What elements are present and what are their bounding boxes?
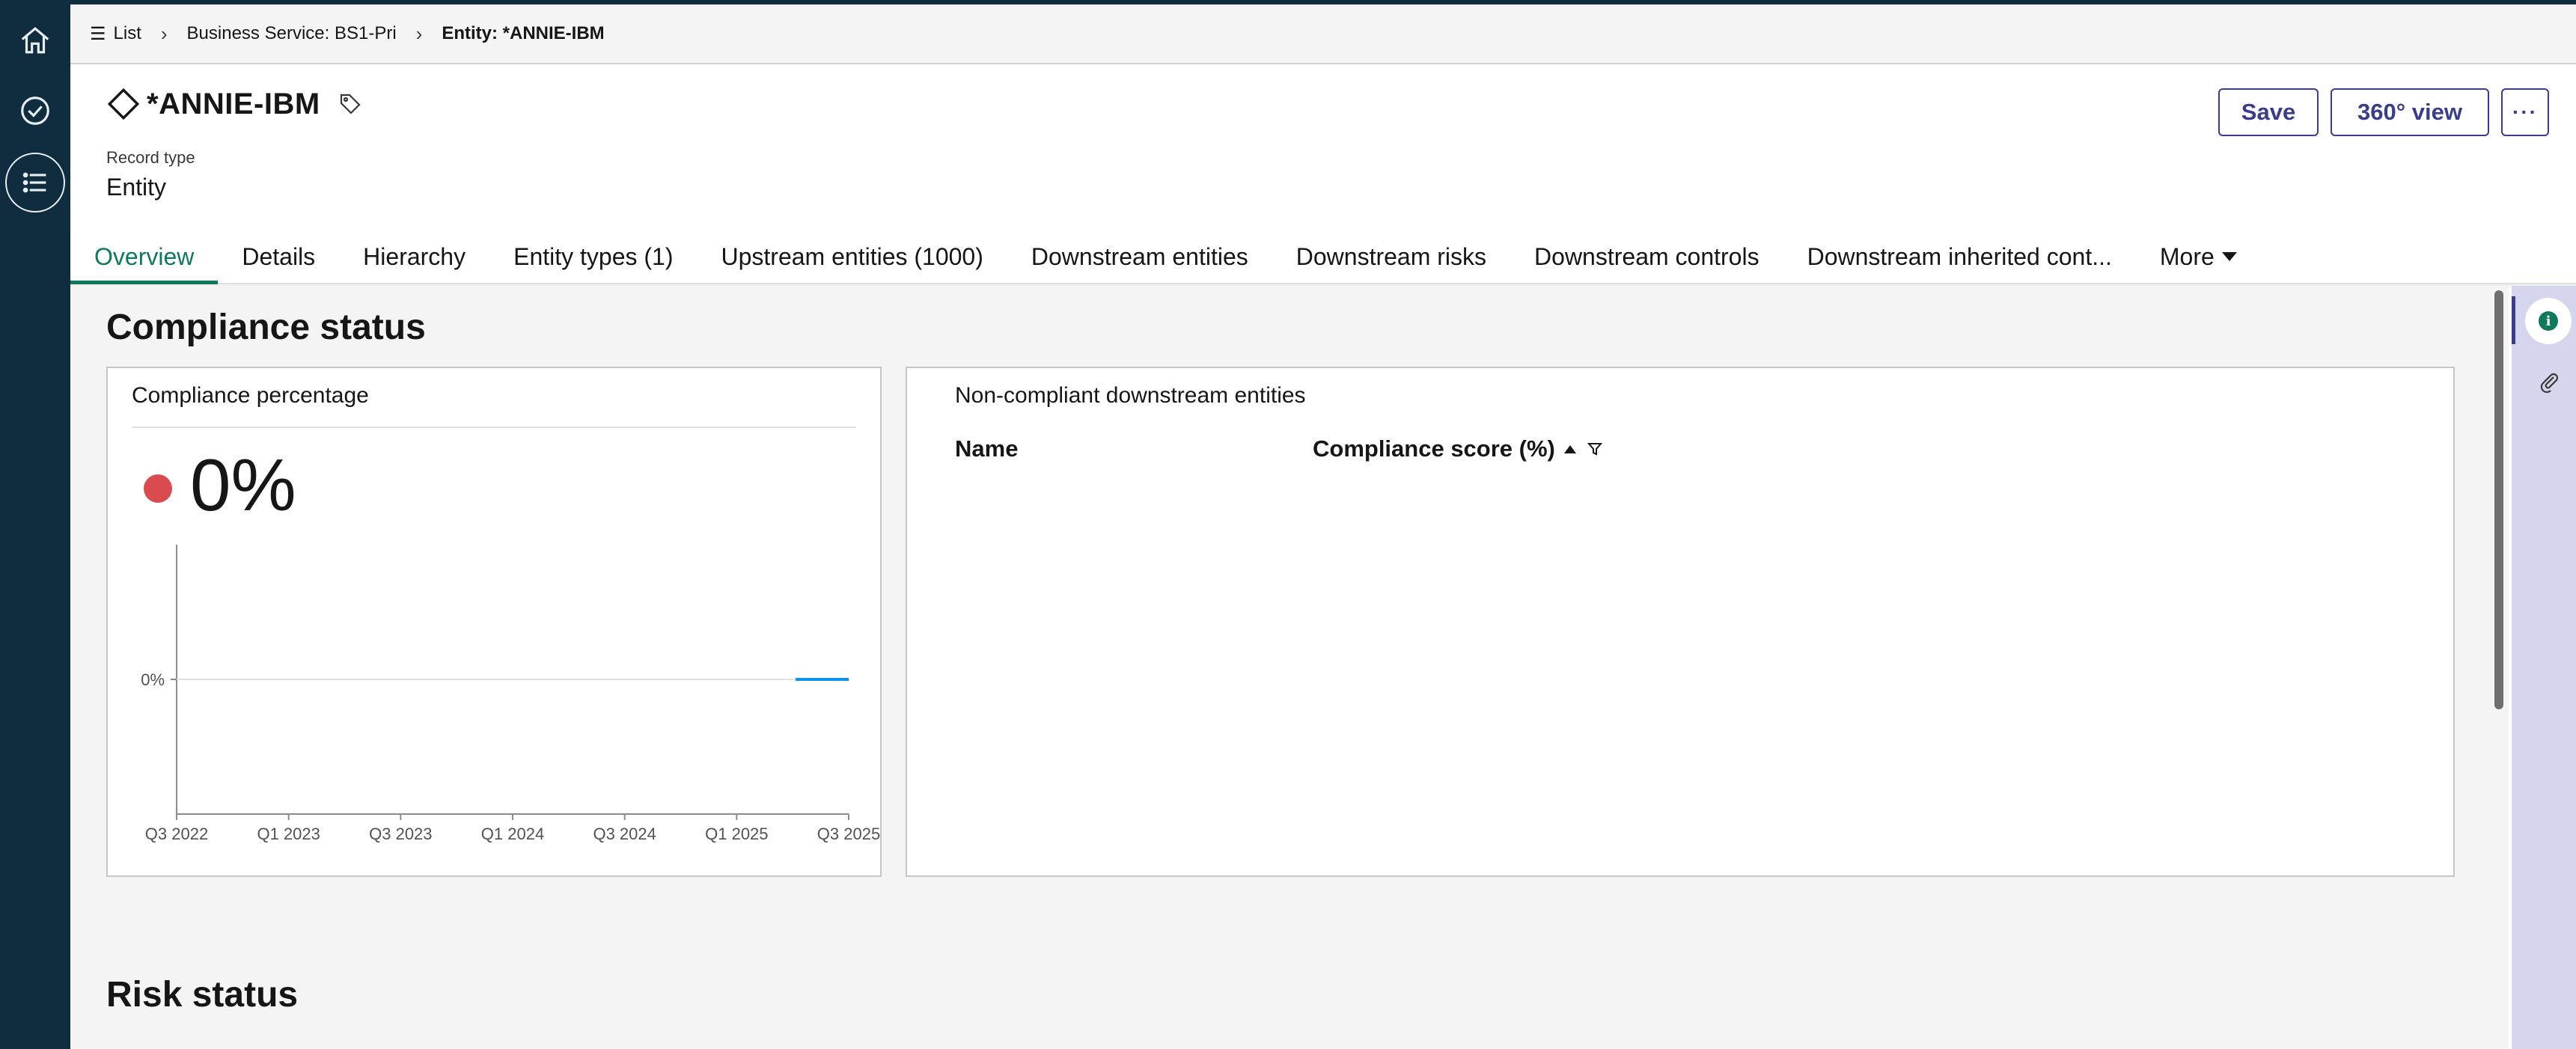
tag-icon[interactable] [337, 91, 364, 117]
tab-label: Downstream controls [1534, 242, 1759, 270]
page-title: *ANNIE-IBM [147, 87, 320, 120]
menu-icon: ☰ [90, 23, 106, 44]
x-tick-label: Q3 2024 [593, 825, 656, 843]
tab-hierarchy[interactable]: Hierarchy [339, 230, 489, 283]
tab-label: Downstream risks [1295, 242, 1487, 270]
section-title-compliance: Compliance status [106, 308, 426, 347]
tab-label: Entity types (1) [513, 242, 674, 270]
compliance-trend-chart: 0% Q3 2022 Q1 2023 Q3 2023 Q1 2024 Q3 2024 Q1 … [141, 545, 880, 843]
home-icon[interactable] [5, 10, 65, 70]
breadcrumb-list[interactable]: ☰ List [90, 23, 141, 45]
tab-downstream-entities[interactable]: Downstream entities [1007, 230, 1272, 283]
tab-downstream-risks[interactable]: Downstream risks [1272, 230, 1510, 283]
section-title-risk: Risk status [106, 975, 299, 1015]
tab-label: Upstream entities (1000) [721, 242, 983, 270]
y-tick-label: 0% [141, 670, 165, 689]
left-rail [0, 0, 70, 1049]
tab-downstream-inherited-controls[interactable]: Downstream inherited cont... [1783, 230, 2136, 283]
breadcrumb-business-service[interactable]: Business Service: BS1-Pri [187, 23, 397, 44]
noncompliant-entities-card: Non-compliant downstream entities Name C… [906, 367, 2455, 877]
column-header-label: Compliance score (%) [1313, 435, 1555, 462]
record-type-label: Record type [106, 148, 195, 167]
tab-label: Downstream entities [1031, 242, 1248, 270]
breadcrumb: ☰ List › Business Service: BS1-Pri › Ent… [70, 4, 2576, 64]
list-icon[interactable] [5, 153, 65, 212]
sort-ascending-icon[interactable] [1563, 444, 1576, 453]
x-tick-label: Q1 2025 [705, 825, 768, 843]
tab-label: Overview [94, 242, 195, 270]
x-tick-label: Q1 2024 [481, 825, 544, 843]
attachment-icon[interactable] [2534, 367, 2564, 397]
tab-upstream-entities[interactable]: Upstream entities (1000) [698, 230, 1007, 283]
active-indicator [2512, 296, 2515, 344]
x-tick-label: Q3 2025 [817, 825, 880, 843]
tab-details[interactable]: Details [218, 230, 339, 283]
title-row: *ANNIE-IBM [106, 87, 364, 121]
tab-downstream-controls[interactable]: Downstream controls [1510, 230, 1783, 283]
compliance-percentage-card: Compliance percentage 0% 0% Q3 2022 Q1 202… [106, 367, 882, 877]
x-tick-label: Q1 2023 [257, 825, 320, 843]
tab-entity-types[interactable]: Entity types (1) [489, 230, 697, 283]
tab-overview[interactable]: Overview [70, 230, 219, 284]
breadcrumb-list-label: List [113, 23, 141, 43]
main-content: Compliance status Compliance percentage … [70, 286, 2489, 1049]
chevron-right-icon: › [160, 22, 168, 45]
column-header-label: Name [955, 435, 1019, 462]
tab-label: Downstream inherited cont... [1807, 242, 2112, 270]
caret-down-icon [2221, 252, 2237, 261]
checkmark-circle-icon[interactable] [5, 81, 65, 141]
info-dot: i [2539, 311, 2558, 331]
compliance-section: Compliance status Compliance percentage … [70, 286, 2489, 913]
tab-bar: Overview Details Hierarchy Entity types … [70, 232, 2576, 284]
filter-icon[interactable] [1587, 441, 1603, 457]
tab-label: More [2159, 242, 2215, 270]
tab-label: Hierarchy [363, 242, 466, 270]
x-tick-label: Q3 2023 [369, 825, 432, 843]
overflow-menu-button[interactable]: ··· [2501, 88, 2549, 136]
column-header-compliance-score[interactable]: Compliance score (%) [1313, 435, 1603, 462]
tab-label: Details [242, 242, 316, 270]
info-icon[interactable]: i [2525, 298, 2572, 344]
breadcrumb-current: Entity: *ANNIE-IBM [442, 23, 605, 43]
record-type-value: Entity [106, 174, 167, 201]
tab-more[interactable]: More [2136, 230, 2261, 283]
x-tick-label: Q3 2022 [145, 825, 208, 843]
view-360-button[interactable]: 360° view [2331, 88, 2489, 136]
scrollbar-thumb[interactable] [2494, 290, 2503, 709]
save-button[interactable]: Save [2218, 88, 2319, 136]
scrollbar[interactable] [2489, 286, 2509, 1049]
column-header-name[interactable]: Name [955, 435, 1018, 462]
chevron-right-icon: › [415, 22, 423, 45]
risk-section: Risk status [70, 950, 2489, 1049]
side-panel: i [2512, 286, 2576, 1049]
card-title: Non-compliant downstream entities [955, 383, 1306, 408]
entity-diamond-icon [106, 87, 141, 121]
